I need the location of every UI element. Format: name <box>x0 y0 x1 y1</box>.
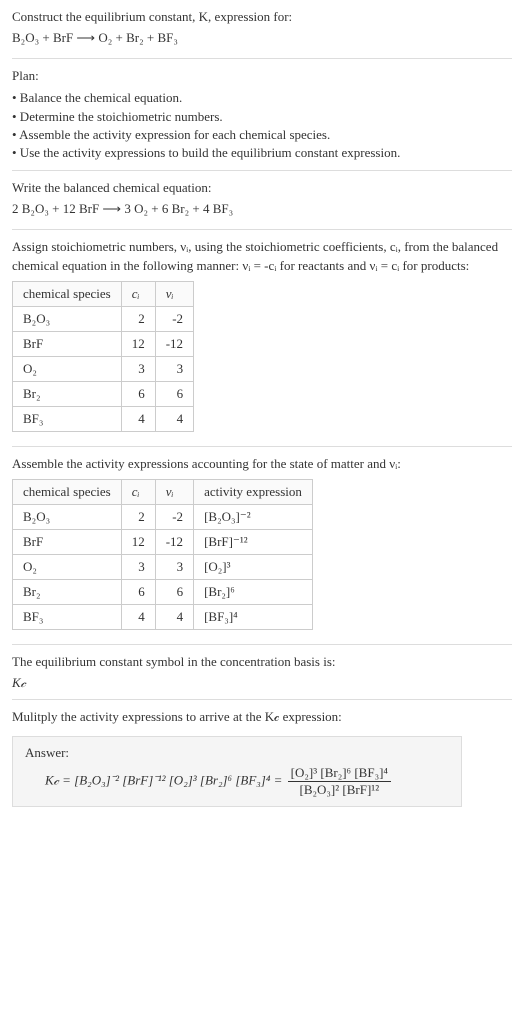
cell-activity: [BF₃]⁴ <box>194 604 313 629</box>
cell-v: -12 <box>155 529 193 554</box>
table-header-row: chemical species cᵢ νᵢ activity expressi… <box>13 479 313 504</box>
plan-item: • Determine the stoichiometric numbers. <box>12 108 512 126</box>
cell-v: 3 <box>155 356 193 381</box>
col-header: cᵢ <box>121 479 155 504</box>
cell-c: 6 <box>121 381 155 406</box>
activity-section: Assemble the activity expressions accoun… <box>12 455 512 645</box>
answer-lhs: K𝒸 = [B₂O₃]⁻² [BrF]⁻¹² [O₂]³ [Br₂]⁶ [BF₃… <box>45 773 286 788</box>
plan-list: • Balance the chemical equation. • Deter… <box>12 89 512 162</box>
cell-species: BrF <box>13 331 122 356</box>
cell-v: 4 <box>155 604 193 629</box>
cell-species: B₂O₃ <box>13 504 122 529</box>
col-header: νᵢ <box>155 479 193 504</box>
multiply-text: Mulitply the activity expressions to arr… <box>12 708 512 726</box>
cell-activity: [Br₂]⁶ <box>194 579 313 604</box>
cell-species: B₂O₃ <box>13 306 122 331</box>
cell-species: BF₃ <box>13 604 122 629</box>
activity-table: chemical species cᵢ νᵢ activity expressi… <box>12 479 313 630</box>
cell-c: 12 <box>121 529 155 554</box>
fraction-denominator: [B₂O₃]² [BrF]¹² <box>288 782 391 798</box>
col-header: chemical species <box>13 281 122 306</box>
cell-activity: [B₂O₃]⁻² <box>194 504 313 529</box>
table-row: BF₃ 4 4 <box>13 406 194 431</box>
balanced-equation: 2 B₂O₃ + 12 BrF ⟶ 3 O₂ + 6 Br₂ + 4 BF₃ <box>12 201 512 217</box>
cell-activity: [O₂]³ <box>194 554 313 579</box>
cell-v: -12 <box>155 331 193 356</box>
cell-v: 4 <box>155 406 193 431</box>
cell-c: 4 <box>121 406 155 431</box>
symbol-line1: The equilibrium constant symbol in the c… <box>12 653 512 671</box>
symbol-kc: K𝒸 <box>12 675 512 691</box>
col-header: cᵢ <box>121 281 155 306</box>
plan-title: Plan: <box>12 67 512 85</box>
cell-v: -2 <box>155 306 193 331</box>
cell-v: -2 <box>155 504 193 529</box>
cell-species: Br₂ <box>13 579 122 604</box>
cell-c: 4 <box>121 604 155 629</box>
cell-c: 2 <box>121 306 155 331</box>
table-row: BrF 12 -12 <box>13 331 194 356</box>
stoich-section: Assign stoichiometric numbers, νᵢ, using… <box>12 238 512 446</box>
cell-species: O₂ <box>13 554 122 579</box>
cell-v: 6 <box>155 579 193 604</box>
symbol-section: The equilibrium constant symbol in the c… <box>12 653 512 700</box>
plan-section: Plan: • Balance the chemical equation. •… <box>12 67 512 171</box>
col-header: activity expression <box>194 479 313 504</box>
answer-label: Answer: <box>25 745 449 761</box>
cell-c: 12 <box>121 331 155 356</box>
balanced-section: Write the balanced chemical equation: 2 … <box>12 179 512 230</box>
plan-item: • Balance the chemical equation. <box>12 89 512 107</box>
table-row: B₂O₃ 2 -2 <box>13 306 194 331</box>
answer-formula: K𝒸 = [B₂O₃]⁻² [BrF]⁻¹² [O₂]³ [Br₂]⁶ [BF₃… <box>25 765 449 798</box>
table-row: Br₂ 6 6 <box>13 381 194 406</box>
multiply-section: Mulitply the activity expressions to arr… <box>12 708 512 815</box>
plan-item: • Assemble the activity expression for e… <box>12 126 512 144</box>
cell-v: 6 <box>155 381 193 406</box>
intro-line1: Construct the equilibrium constant, K, e… <box>12 8 512 26</box>
table-header-row: chemical species cᵢ νᵢ <box>13 281 194 306</box>
table-row: Br₂ 6 6 [Br₂]⁶ <box>13 579 313 604</box>
col-header: chemical species <box>13 479 122 504</box>
cell-c: 3 <box>121 554 155 579</box>
cell-species: BF₃ <box>13 406 122 431</box>
table-row: B₂O₃ 2 -2 [B₂O₃]⁻² <box>13 504 313 529</box>
table-row: O₂ 3 3 [O₂]³ <box>13 554 313 579</box>
cell-c: 2 <box>121 504 155 529</box>
table-row: BF₃ 4 4 [BF₃]⁴ <box>13 604 313 629</box>
cell-species: BrF <box>13 529 122 554</box>
fraction-numerator: [O₂]³ [Br₂]⁶ [BF₃]⁴ <box>288 765 391 782</box>
intro-section: Construct the equilibrium constant, K, e… <box>12 8 512 59</box>
cell-species: Br₂ <box>13 381 122 406</box>
col-header: νᵢ <box>155 281 193 306</box>
stoich-text: Assign stoichiometric numbers, νᵢ, using… <box>12 238 512 274</box>
cell-activity: [BrF]⁻¹² <box>194 529 313 554</box>
cell-v: 3 <box>155 554 193 579</box>
cell-c: 3 <box>121 356 155 381</box>
answer-fraction: [O₂]³ [Br₂]⁶ [BF₃]⁴ [B₂O₃]² [BrF]¹² <box>288 765 391 798</box>
plan-item: • Use the activity expressions to build … <box>12 144 512 162</box>
activity-text: Assemble the activity expressions accoun… <box>12 455 512 473</box>
cell-species: O₂ <box>13 356 122 381</box>
table-row: O₂ 3 3 <box>13 356 194 381</box>
intro-equation: B₂O₃ + BrF ⟶ O₂ + Br₂ + BF₃ <box>12 30 512 46</box>
cell-c: 6 <box>121 579 155 604</box>
table-row: BrF 12 -12 [BrF]⁻¹² <box>13 529 313 554</box>
balanced-line1: Write the balanced chemical equation: <box>12 179 512 197</box>
answer-box: Answer: K𝒸 = [B₂O₃]⁻² [BrF]⁻¹² [O₂]³ [Br… <box>12 736 462 807</box>
stoich-table: chemical species cᵢ νᵢ B₂O₃ 2 -2 BrF 12 … <box>12 281 194 432</box>
